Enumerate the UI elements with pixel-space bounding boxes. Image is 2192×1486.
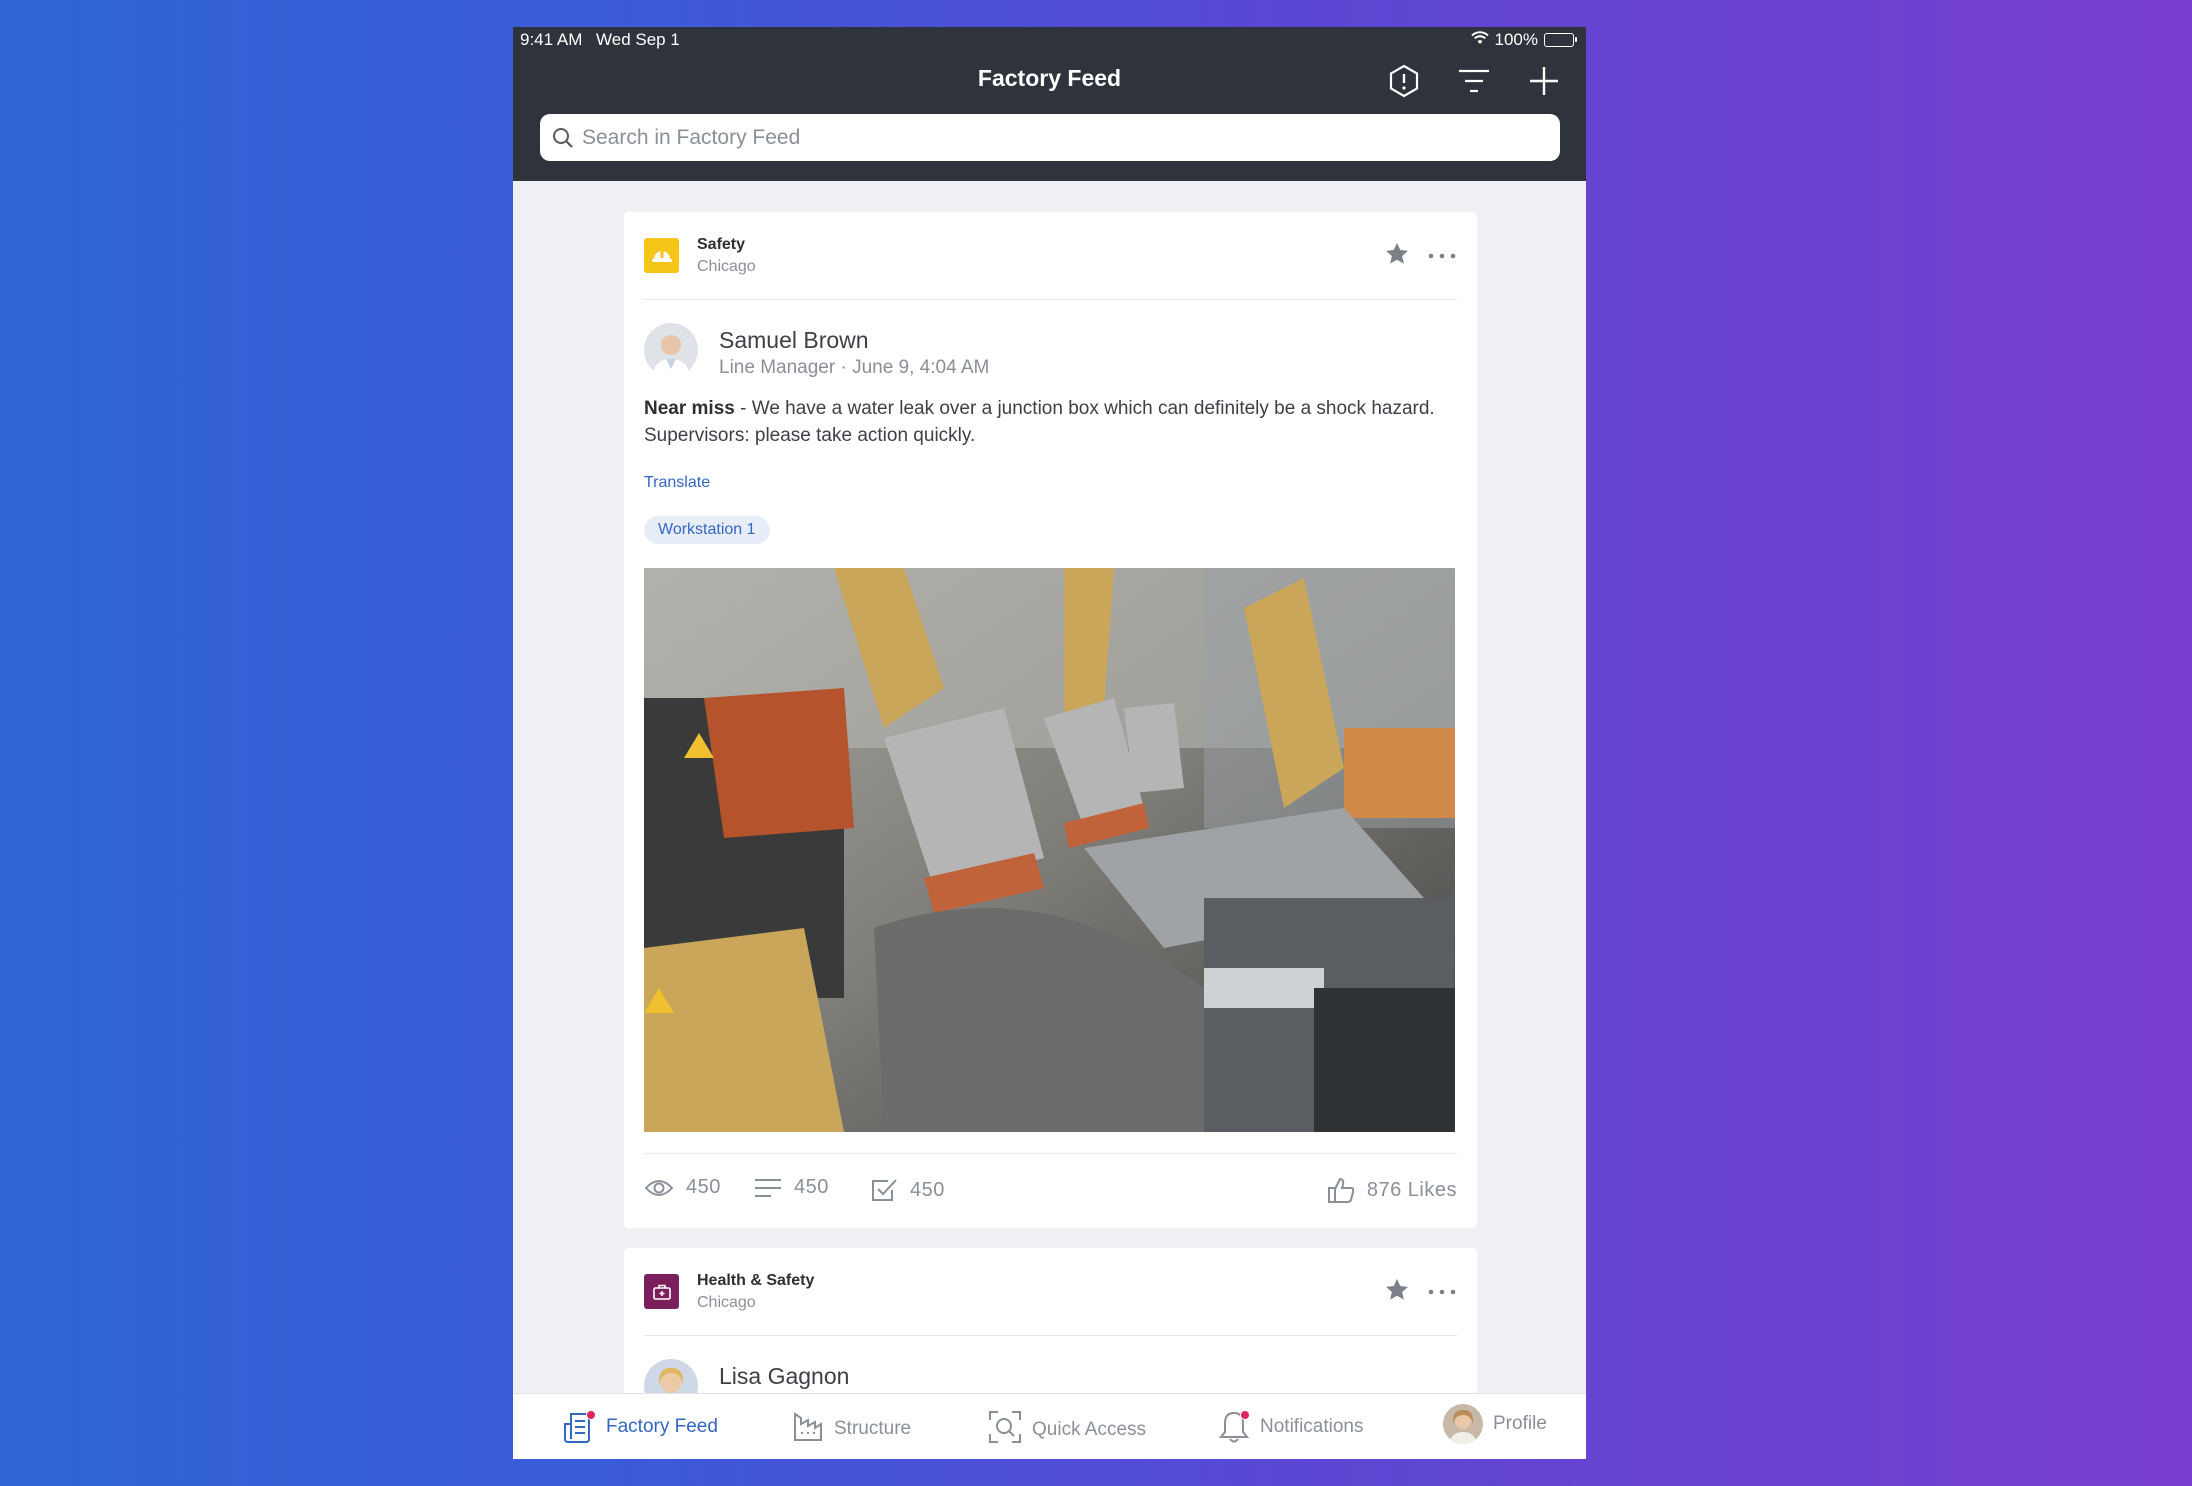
feed-icon [562,1410,596,1444]
tab-notifications[interactable]: Notifications [1218,1410,1364,1444]
feed-badge [586,1410,596,1420]
filter-icon [1459,69,1489,93]
battery-icon [1544,33,1577,47]
post-location: Chicago [697,258,756,275]
status-time: 9:41 AM [520,30,583,49]
tab-label: Quick Access [1032,1419,1147,1440]
alert-hexagon-icon [1389,64,1419,98]
views-count: 450 [686,1176,721,1198]
favorite-button[interactable] [1383,1276,1411,1309]
views-stat[interactable]: 450 [644,1176,721,1199]
hardhat-icon [644,238,679,273]
tab-structure[interactable]: Structure [792,1410,911,1448]
workstation-tag[interactable]: Workstation 1 [644,516,770,544]
tasks-stat[interactable]: 450 [870,1176,945,1204]
search-bar[interactable] [540,114,1560,161]
likes-count: 876 Likes [1366,1178,1457,1201]
comment-lines-icon [755,1178,781,1197]
status-right: 100% [1470,30,1577,50]
post-header: Safety Chicago [644,234,1457,300]
star-icon [1386,1278,1408,1300]
search-icon [553,127,573,148]
tab-label: Structure [834,1418,912,1439]
tab-quick-access[interactable]: Quick Access [988,1410,1146,1450]
feed-list: Safety Chicago Samuel Brown Line Manager… [513,181,1586,1421]
bell-icon [1218,1410,1250,1444]
nav-actions [1384,61,1564,101]
post-header-actions [1383,240,1457,273]
search-input[interactable] [582,125,1490,150]
favorite-button[interactable] [1383,240,1411,273]
author-name[interactable]: Samuel Brown [719,327,869,354]
status-date: Wed Sep 1 [596,30,680,49]
avatar[interactable] [644,323,698,377]
post-category: Health & Safety [697,1272,815,1289]
add-post-button[interactable] [1524,61,1564,101]
more-icon [1428,1289,1456,1294]
first-aid-icon [644,1274,679,1309]
tasks-count: 450 [910,1178,945,1201]
post-card[interactable]: Safety Chicago Samuel Brown Line Manager… [624,212,1477,1228]
structure-icon [792,1410,824,1448]
more-options-button[interactable] [1427,248,1457,266]
tab-bar: Factory Feed Structure Quick Access Noti… [513,1393,1586,1459]
alert-button[interactable] [1384,61,1424,101]
scan-icon [988,1410,1022,1450]
author-meta: Line Manager · June 9, 4:04 AM [719,357,990,378]
star-icon [1386,242,1408,264]
filter-button[interactable] [1454,61,1494,101]
tab-label: Notifications [1260,1416,1364,1437]
plus-icon [1530,67,1558,95]
comments-stat[interactable]: 450 [754,1176,829,1199]
eye-icon [644,1179,674,1196]
post-location: Chicago [697,1294,756,1311]
post-category: Safety [697,236,746,253]
tab-factory-feed[interactable]: Factory Feed [562,1410,718,1444]
battery-percent: 100% [1494,30,1538,49]
post-lead: Near miss [644,398,735,419]
post-text: - We have a water leak over a junction b… [644,398,1435,446]
like-button[interactable]: 876 Likes [1327,1176,1457,1204]
post-body: Near miss - We have a water leak over a … [644,395,1464,449]
tab-label: Profile [1493,1413,1547,1434]
thumbs-up-icon [1327,1177,1355,1203]
post-photo[interactable] [644,568,1455,1132]
more-icon [1428,253,1456,258]
comments-count: 450 [794,1176,829,1198]
post-header: Health & Safety Chicago [644,1270,1457,1336]
tab-profile[interactable]: Profile [1443,1404,1547,1444]
wifi-icon [1470,30,1489,50]
status-bar: 9:41 AM Wed Sep 1 100% [513,27,1586,55]
top-bar: 9:41 AM Wed Sep 1 100% Factory Feed [513,27,1586,181]
translate-link[interactable]: Translate [644,474,710,492]
author-name[interactable]: Lisa Gagnon [719,1363,849,1390]
notification-badge [1240,1410,1250,1420]
more-options-button[interactable] [1427,1284,1457,1302]
tablet-screen: 9:41 AM Wed Sep 1 100% Factory Feed Sear… [513,27,1586,1459]
post-stats: 450 450 450 876 Likes [644,1153,1457,1227]
checkbox-icon [872,1179,897,1201]
avatar [1443,1404,1483,1444]
tab-label: Factory Feed [606,1416,718,1437]
post-header-actions [1383,1276,1457,1309]
